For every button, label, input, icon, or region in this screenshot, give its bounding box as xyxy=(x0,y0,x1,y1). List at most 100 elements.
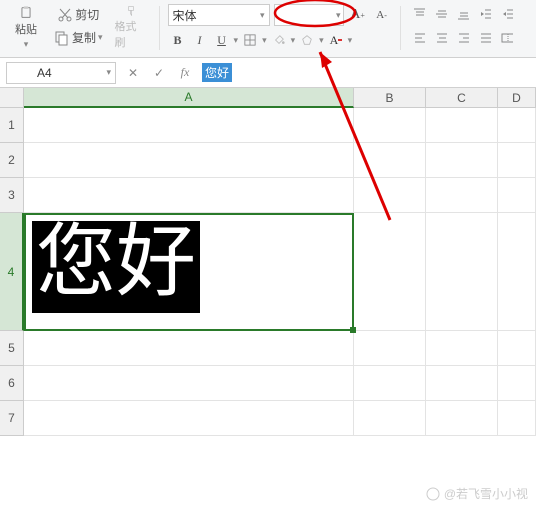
copy-button[interactable]: 复制 ▾ xyxy=(50,27,107,48)
scissors-icon xyxy=(57,7,73,23)
font-color-button[interactable]: A xyxy=(326,30,346,50)
border-button[interactable] xyxy=(240,30,260,50)
caret-icon[interactable]: ▾ xyxy=(348,35,353,46)
cell-C7[interactable] xyxy=(426,401,498,436)
cell-B6[interactable] xyxy=(354,366,426,401)
copy-label: 复制 xyxy=(72,29,96,46)
cell-D6[interactable] xyxy=(498,366,536,401)
fill-handle[interactable] xyxy=(350,327,356,333)
fill-color-button[interactable] xyxy=(269,30,289,50)
font-family-select[interactable]: 宋体 ▾ xyxy=(168,4,270,26)
cell-C1[interactable] xyxy=(426,108,498,143)
fx-button[interactable]: fx xyxy=(176,65,194,80)
row-header-1[interactable]: 1 xyxy=(0,108,24,143)
cell-D2[interactable] xyxy=(498,143,536,178)
merge-icon xyxy=(501,31,513,45)
cell-A4[interactable]: 您好 xyxy=(24,213,354,331)
caret-icon[interactable]: ▾ xyxy=(262,35,267,46)
align-right-button[interactable] xyxy=(453,28,473,48)
column-header-C[interactable]: C xyxy=(426,88,498,108)
cell-D5[interactable] xyxy=(498,331,536,366)
caret-icon: ▾ xyxy=(336,10,341,21)
row-header-4[interactable]: 4 xyxy=(0,213,24,331)
cell-A1[interactable] xyxy=(24,108,354,143)
cell-D1[interactable] xyxy=(498,108,536,143)
enter-button[interactable]: ✓ xyxy=(150,66,168,80)
formula-value[interactable]: 您好 xyxy=(202,63,232,82)
paste-button[interactable]: 粘贴 ▾ xyxy=(6,4,46,52)
shape-fill-button[interactable] xyxy=(297,30,317,50)
cell-A7[interactable] xyxy=(24,401,354,436)
increase-indent-button[interactable] xyxy=(497,4,517,24)
cell-B4[interactable] xyxy=(354,213,426,331)
underline-button[interactable]: U xyxy=(212,30,232,50)
align-justify-button[interactable] xyxy=(475,28,495,48)
cell-A2[interactable] xyxy=(24,143,354,178)
decrease-indent-button[interactable] xyxy=(475,4,495,24)
bucket-icon xyxy=(273,33,285,47)
cell-A6[interactable] xyxy=(24,366,354,401)
increase-font-button[interactable]: A+ xyxy=(348,5,368,25)
row-header-7[interactable]: 7 xyxy=(0,401,24,436)
caret-icon: ▾ xyxy=(106,67,111,78)
cancel-button[interactable]: ✕ xyxy=(124,66,142,80)
align-top-button[interactable] xyxy=(409,4,429,24)
watermark-text: @若飞雪小小视 xyxy=(444,485,528,502)
caret-icon: ▾ xyxy=(24,39,29,50)
cell-B7[interactable] xyxy=(354,401,426,436)
align-right-icon xyxy=(457,31,469,45)
pentagon-icon xyxy=(301,33,313,47)
row-header-3[interactable]: 3 xyxy=(0,178,24,213)
cell-B2[interactable] xyxy=(354,143,426,178)
align-center-button[interactable] xyxy=(431,28,451,48)
cell-A3[interactable] xyxy=(24,178,354,213)
separator xyxy=(159,6,160,50)
bold-button[interactable]: B xyxy=(168,30,188,50)
cell-C4[interactable] xyxy=(426,213,498,331)
name-box[interactable]: A4 ▾ xyxy=(6,62,116,84)
align-top-icon xyxy=(413,7,425,21)
ribbon-toolbar: 粘贴 ▾ 剪切 复制 ▾ 格式刷 宋体 ▾ ▾ A+ A- xyxy=(0,0,536,58)
watermark: @若飞雪小小视 xyxy=(426,485,528,502)
cell-B5[interactable] xyxy=(354,331,426,366)
format-painter-label: 格式刷 xyxy=(115,18,147,50)
row-header-6[interactable]: 6 xyxy=(0,366,24,401)
caret-icon: ▾ xyxy=(98,32,103,43)
select-all-corner[interactable] xyxy=(0,88,24,108)
merge-button[interactable] xyxy=(497,28,517,48)
column-header-D[interactable]: D xyxy=(498,88,536,108)
cell-C3[interactable] xyxy=(426,178,498,213)
cell-B3[interactable] xyxy=(354,178,426,213)
caret-icon[interactable]: ▾ xyxy=(234,35,239,46)
cell-D3[interactable] xyxy=(498,178,536,213)
caret-icon[interactable]: ▾ xyxy=(319,35,324,46)
indent-icon xyxy=(501,7,513,21)
align-bottom-button[interactable] xyxy=(453,4,473,24)
cut-button[interactable]: 剪切 xyxy=(50,4,107,25)
format-painter-button[interactable]: 格式刷 xyxy=(111,4,151,52)
cell-B1[interactable] xyxy=(354,108,426,143)
font-size-select[interactable]: ▾ xyxy=(274,4,344,26)
cell-C2[interactable] xyxy=(426,143,498,178)
align-left-button[interactable] xyxy=(409,28,429,48)
paste-icon xyxy=(18,6,34,19)
italic-button[interactable]: I xyxy=(190,30,210,50)
column-header-B[interactable]: B xyxy=(354,88,426,108)
align-justify-icon xyxy=(479,31,491,45)
align-bottom-icon xyxy=(457,7,469,21)
cell-content: 您好 xyxy=(32,221,200,313)
row-header-2[interactable]: 2 xyxy=(0,143,24,178)
cell-A5[interactable] xyxy=(24,331,354,366)
caret-icon[interactable]: ▾ xyxy=(291,35,296,46)
align-middle-button[interactable] xyxy=(431,4,451,24)
column-header-A[interactable]: A xyxy=(24,88,354,108)
brush-icon xyxy=(123,6,139,16)
cell-C6[interactable] xyxy=(426,366,498,401)
align-middle-icon xyxy=(435,7,447,21)
border-icon xyxy=(244,33,256,47)
decrease-font-button[interactable]: A- xyxy=(372,5,392,25)
cell-D7[interactable] xyxy=(498,401,536,436)
row-header-5[interactable]: 5 xyxy=(0,331,24,366)
cell-D4[interactable] xyxy=(498,213,536,331)
cell-C5[interactable] xyxy=(426,331,498,366)
